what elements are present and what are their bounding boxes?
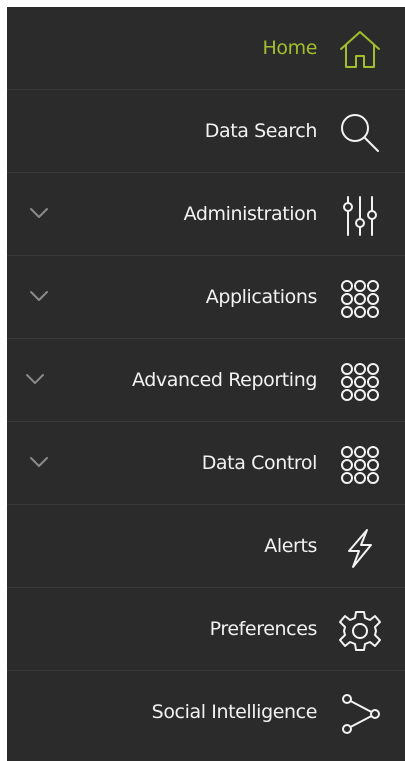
menu-item-label: Applications (205, 286, 318, 308)
menu-item-preferences[interactable]: Preferences (7, 588, 405, 671)
grid-dots-icon (337, 359, 383, 405)
menu-item-administration[interactable]: Administration (7, 173, 405, 256)
menu-item-home[interactable]: Home (7, 7, 405, 90)
search-icon (337, 110, 383, 156)
menu-item-alerts[interactable]: Alerts (7, 505, 405, 588)
chevron-down-icon[interactable] (29, 455, 49, 469)
chevron-down-icon[interactable] (29, 289, 49, 303)
menu-item-social-intelligence[interactable]: Social Intelligence (7, 671, 405, 754)
menu-item-advanced-reporting[interactable]: Advanced Reporting (7, 339, 405, 422)
menu-item-label: Advanced Reporting (131, 369, 317, 391)
menu-item-label: Home (262, 37, 317, 59)
grid-dots-icon (337, 442, 383, 488)
menu-item-label: Data Search (204, 120, 318, 142)
share-nodes-icon (337, 691, 383, 737)
grid-dots-icon (337, 276, 383, 322)
navigation-menu: Home Data Search Administration Applicat… (7, 7, 405, 761)
gear-icon (337, 608, 383, 654)
menu-item-label: Preferences (209, 618, 318, 640)
lightning-icon (337, 525, 383, 571)
menu-item-data-search[interactable]: Data Search (7, 90, 405, 173)
menu-item-label: Administration (183, 203, 318, 225)
home-icon (337, 27, 383, 73)
menu-item-label: Social Intelligence (151, 701, 318, 723)
chevron-down-icon[interactable] (29, 206, 49, 220)
menu-item-applications[interactable]: Applications (7, 256, 405, 339)
menu-item-label: Data Control (201, 452, 318, 474)
menu-item-data-control[interactable]: Data Control (7, 422, 405, 505)
sliders-icon (337, 193, 383, 239)
menu-item-label: Alerts (264, 535, 317, 557)
chevron-down-icon[interactable] (25, 372, 45, 386)
